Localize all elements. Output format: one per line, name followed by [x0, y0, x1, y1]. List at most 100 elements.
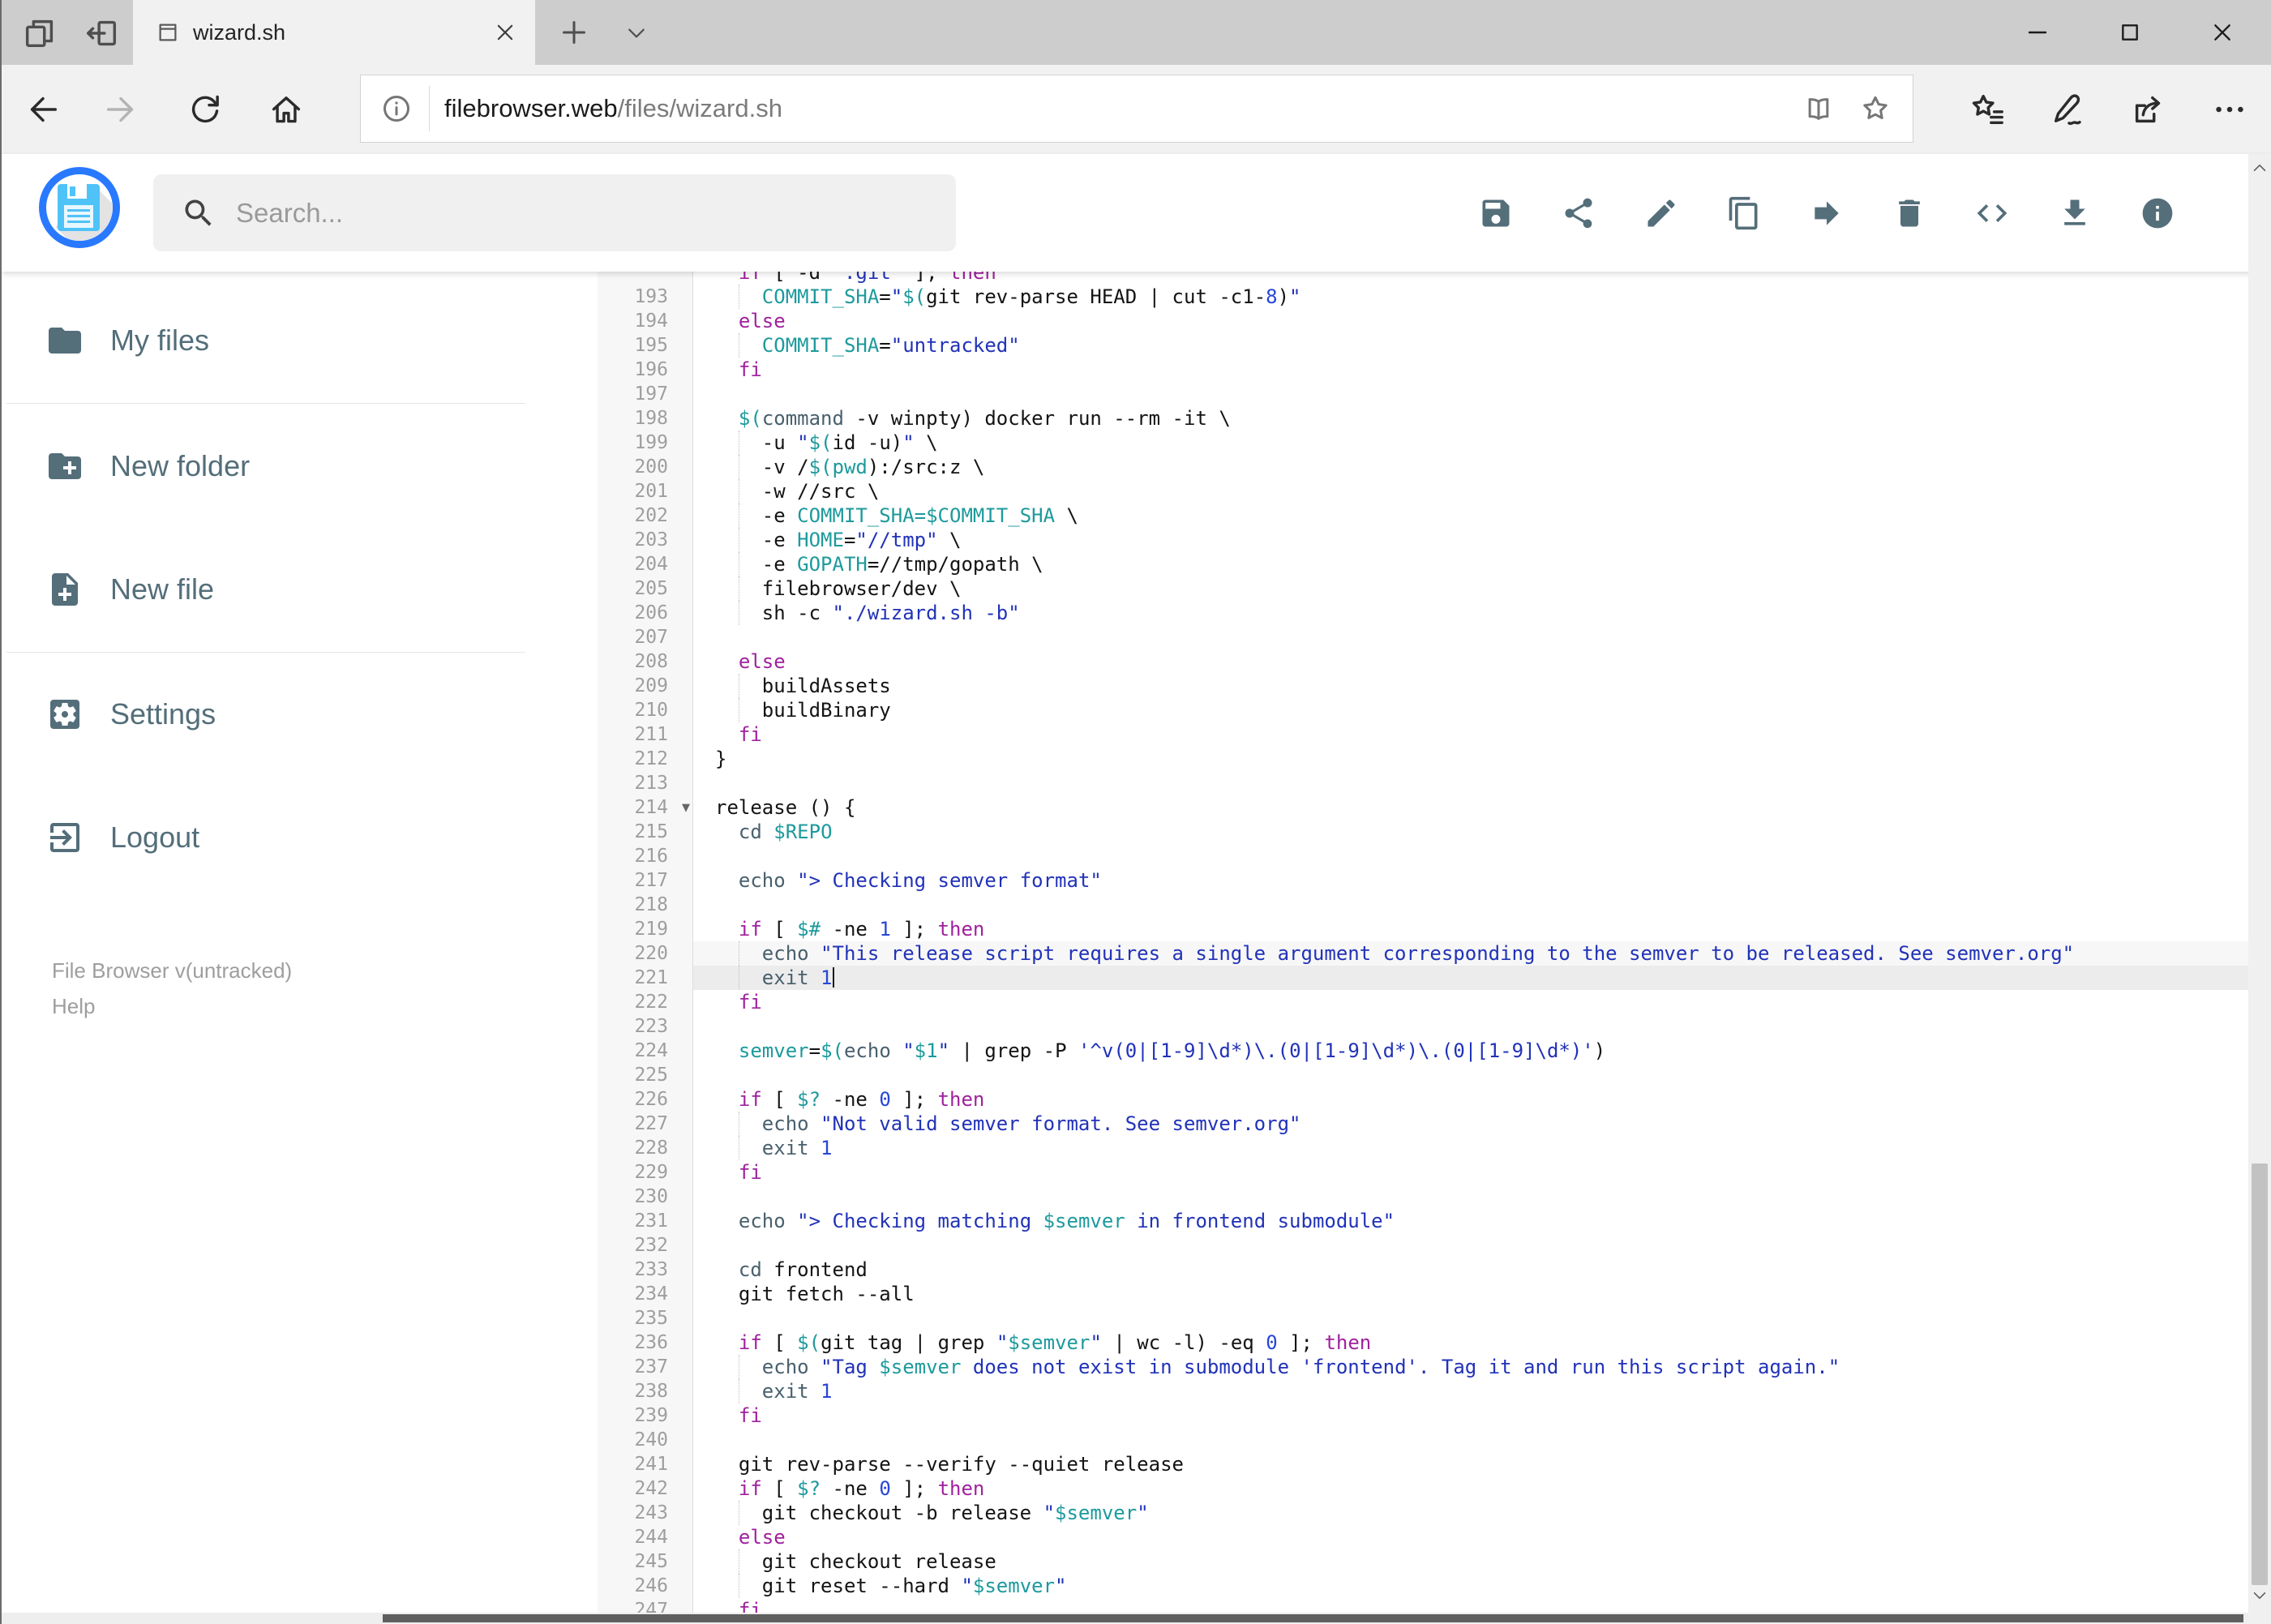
filebrowser-logo[interactable]: [39, 167, 120, 248]
close-window-button[interactable]: [2209, 19, 2235, 45]
code-line[interactable]: 200 -v /$(pwd):/src:z \: [598, 455, 2248, 479]
search-input[interactable]: [234, 196, 956, 229]
code-line[interactable]: 224 semver=$(echo "$1" | grep -P '^v(0|[…: [598, 1039, 2248, 1063]
code-line[interactable]: 233 cd frontend: [598, 1258, 2248, 1282]
web-note-icon[interactable]: [2050, 91, 2087, 128]
code-line[interactable]: 199 -u "$(id -u)" \: [598, 431, 2248, 455]
site-info-icon[interactable]: [380, 92, 413, 125]
more-menu-icon[interactable]: [2211, 91, 2248, 128]
fold-marker-icon[interactable]: ▼: [682, 796, 690, 821]
save-icon[interactable]: [1478, 195, 1514, 231]
code-line[interactable]: 211 fi: [598, 722, 2248, 747]
code-line[interactable]: 207: [598, 625, 2248, 649]
share-page-icon[interactable]: [2130, 91, 2167, 128]
tab-wizard-sh[interactable]: wizard.sh: [133, 0, 535, 65]
code-line[interactable]: 232: [598, 1233, 2248, 1258]
favorites-hub-icon[interactable]: [1969, 91, 2006, 128]
code-line[interactable]: 227 echo "Not valid semver format. See s…: [598, 1112, 2248, 1136]
code-line[interactable]: 213: [598, 771, 2248, 795]
code-line[interactable]: 234 git fetch --all: [598, 1282, 2248, 1306]
rename-icon[interactable]: [1643, 195, 1679, 231]
code-line[interactable]: 215 cd $REPO: [598, 820, 2248, 844]
vertical-scroll-thumb[interactable]: [2252, 1163, 2268, 1585]
code-line[interactable]: 204 -e GOPATH=//tmp/gopath \: [598, 552, 2248, 576]
address-bar[interactable]: filebrowser.web/files/wizard.sh: [360, 75, 1913, 143]
code-line[interactable]: 222 fi: [598, 990, 2248, 1014]
code-line[interactable]: 238 exit 1: [598, 1379, 2248, 1403]
back-icon[interactable]: [24, 91, 62, 128]
horizontal-scroll-thumb[interactable]: [383, 1614, 2243, 1622]
horizontal-scrollbar[interactable]: [2, 1613, 2248, 1624]
code-line[interactable]: 229 fi: [598, 1160, 2248, 1185]
code-line[interactable]: 197: [598, 382, 2248, 406]
info-icon[interactable]: [2140, 195, 2175, 231]
code-line[interactable]: 205 filebrowser/dev \: [598, 576, 2248, 601]
code-line[interactable]: 198 $(command -v winpty) docker run --rm…: [598, 406, 2248, 431]
source-code-icon[interactable]: [1974, 195, 2010, 231]
sidebar-item-new-folder[interactable]: New folder: [2, 430, 537, 503]
code-line[interactable]: 237 echo "Tag $semver does not exist in …: [598, 1355, 2248, 1379]
tab-preview-icon[interactable]: [21, 15, 58, 52]
forward-icon[interactable]: [102, 91, 139, 128]
code-line[interactable]: 217 echo "> Checking semver format": [598, 868, 2248, 893]
code-line[interactable]: 212}: [598, 747, 2248, 771]
code-editor[interactable]: if [ -d ".git" ]; then 193 COMMIT_SHA="$(…: [598, 272, 2248, 1624]
code-line[interactable]: 243 git checkout -b release "$semver": [598, 1501, 2248, 1525]
download-icon[interactable]: [2057, 195, 2093, 231]
new-tab-icon[interactable]: [558, 16, 590, 49]
code-line[interactable]: 235: [598, 1306, 2248, 1330]
home-icon[interactable]: [268, 91, 305, 128]
code-line[interactable]: 201 -w //src \: [598, 479, 2248, 503]
code-line[interactable]: 216: [598, 844, 2248, 868]
sidebar-item-my-files[interactable]: My files: [2, 304, 537, 377]
code-line[interactable]: 220 echo "This release script requires a…: [598, 941, 2248, 966]
sidebar-item-settings[interactable]: Settings: [2, 678, 537, 751]
code-line[interactable]: 245 git checkout release: [598, 1549, 2248, 1574]
code-line[interactable]: 239 fi: [598, 1403, 2248, 1428]
code-line[interactable]: 226 if [ $? -ne 0 ]; then: [598, 1087, 2248, 1112]
code-line[interactable]: 221 exit 1: [598, 966, 2248, 990]
code-line[interactable]: 246 git reset --hard "$semver": [598, 1574, 2248, 1598]
url-text[interactable]: filebrowser.web/files/wizard.sh: [444, 94, 1802, 123]
code-line[interactable]: 230: [598, 1185, 2248, 1209]
code-line[interactable]: 218: [598, 893, 2248, 917]
copy-icon[interactable]: [1726, 195, 1762, 231]
code-line[interactable]: 196 fi: [598, 358, 2248, 382]
move-icon[interactable]: [1809, 195, 1845, 231]
reading-view-icon[interactable]: [1802, 92, 1835, 125]
code-line[interactable]: 206 sh -c "./wizard.sh -b": [598, 601, 2248, 625]
scroll-down-icon[interactable]: [2251, 1587, 2269, 1605]
maximize-button[interactable]: [2117, 19, 2143, 45]
code-line[interactable]: if [ -d ".git" ]; then: [598, 272, 2248, 285]
code-line[interactable]: 193 COMMIT_SHA="$(git rev-parse HEAD | c…: [598, 285, 2248, 309]
code-line[interactable]: 208 else: [598, 649, 2248, 674]
search-bar[interactable]: [153, 174, 956, 251]
minimize-button[interactable]: [2025, 19, 2050, 45]
code-line[interactable]: 214 ▼ release () {: [598, 795, 2248, 820]
vertical-scrollbar[interactable]: [2248, 154, 2271, 1624]
tab-list-chevron-icon[interactable]: [622, 21, 651, 45]
close-tab-icon[interactable]: [493, 20, 517, 45]
share-icon[interactable]: [1561, 195, 1596, 231]
code-line[interactable]: 231 echo "> Checking matching $semver in…: [598, 1209, 2248, 1233]
code-line[interactable]: 202 -e COMMIT_SHA=$COMMIT_SHA \: [598, 503, 2248, 528]
code-line[interactable]: 223: [598, 1014, 2248, 1039]
code-line[interactable]: 228 exit 1: [598, 1136, 2248, 1160]
set-aside-tabs-icon[interactable]: [83, 15, 120, 52]
code-line[interactable]: 194 else: [598, 309, 2248, 333]
refresh-icon[interactable]: [186, 91, 224, 128]
code-line[interactable]: 241 git rev-parse --verify --quiet relea…: [598, 1452, 2248, 1476]
code-line[interactable]: 210 buildBinary: [598, 698, 2248, 722]
delete-icon[interactable]: [1892, 195, 1927, 231]
code-line[interactable]: 195 COMMIT_SHA="untracked": [598, 333, 2248, 358]
code-line[interactable]: 203 -e HOME="//tmp" \: [598, 528, 2248, 552]
code-line[interactable]: 240: [598, 1428, 2248, 1452]
help-link[interactable]: Help: [52, 988, 292, 1024]
code-line[interactable]: 244 else: [598, 1525, 2248, 1549]
favorite-star-icon[interactable]: [1859, 92, 1892, 125]
code-line[interactable]: 225: [598, 1063, 2248, 1087]
sidebar-item-logout[interactable]: Logout: [2, 801, 537, 874]
code-line[interactable]: 236 if [ $(git tag | grep "$semver" | wc…: [598, 1330, 2248, 1355]
code-line[interactable]: 209 buildAssets: [598, 674, 2248, 698]
scroll-up-icon[interactable]: [2251, 159, 2269, 177]
